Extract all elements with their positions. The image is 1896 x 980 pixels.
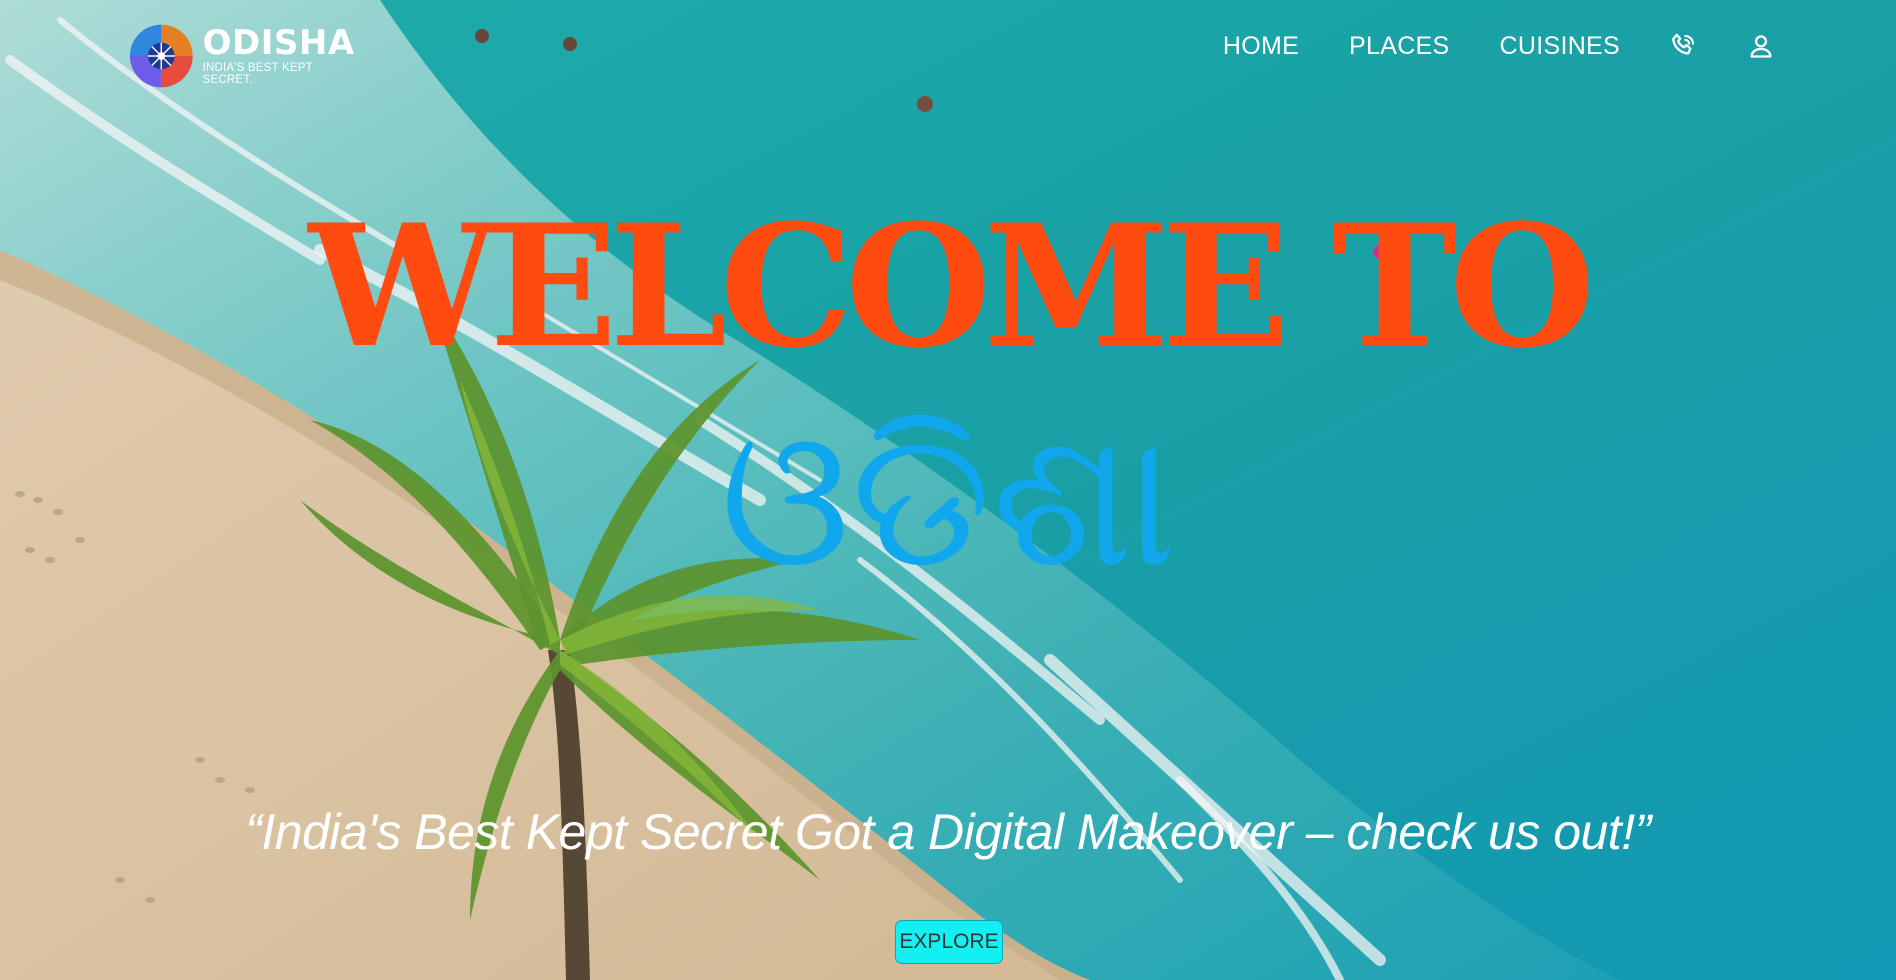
user-icon[interactable] [1746,31,1776,61]
nav-link-places[interactable]: PLACES [1349,32,1449,61]
phone-icon[interactable] [1668,31,1698,61]
hero-welcome-heading: WELCOME TO [308,187,1596,385]
explore-button[interactable]: EXPLORE [895,920,1003,964]
main-navigation: HOME PLACES CUISINES [1223,26,1776,66]
brand-logo[interactable]: ODISHA INDIA'S BEST KEPT SECRET. [128,20,358,92]
brand-name: ODISHA [202,23,355,63]
brand-tagline: INDIA'S BEST KEPT SECRET. [202,62,313,86]
hero-odia-title: ଓଡିଶା [719,389,1177,610]
hero-tagline-quote: “India's Best Kept Secret Got a Digital … [245,804,1651,860]
odisha-emblem-icon [129,24,193,88]
nav-link-home[interactable]: HOME [1223,32,1299,61]
nav-link-cuisines[interactable]: CUISINES [1500,32,1620,61]
